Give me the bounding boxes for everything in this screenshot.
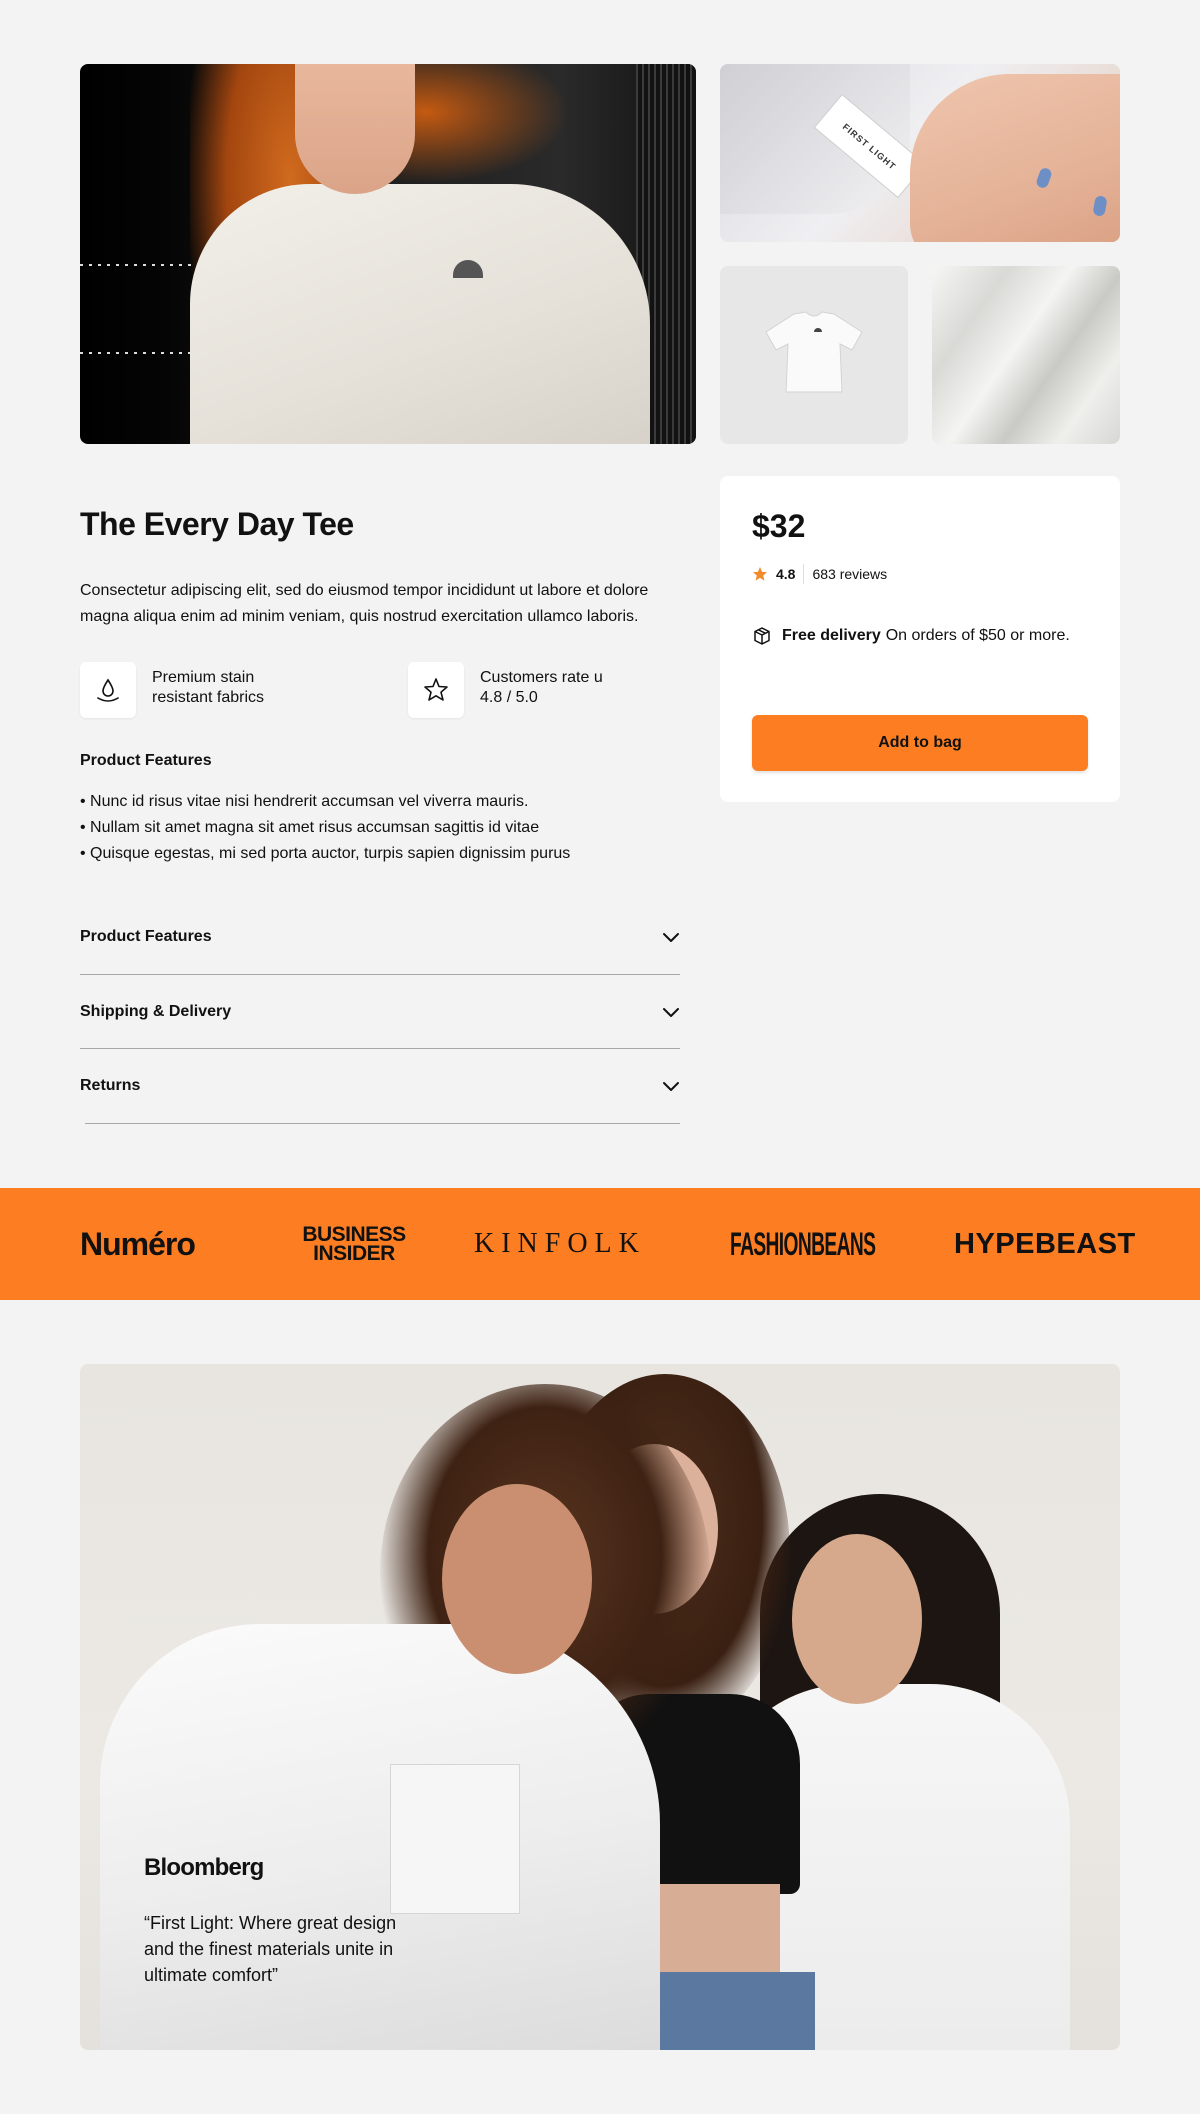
feature-customer-rating: Customers rate u 4.8 / 5.0 <box>480 668 603 708</box>
kinfolk-logo: KINFOLK <box>474 1228 646 1259</box>
water-drop-icon <box>97 678 119 702</box>
fashionbeans-logo: FASHIONBEANS <box>730 1225 876 1262</box>
accordion-product-features[interactable]: Product Features <box>80 900 680 974</box>
accordion-returns[interactable]: Returns <box>80 1049 680 1123</box>
product-title: The Every Day Tee <box>80 506 354 542</box>
customer-rating-badge <box>408 662 464 718</box>
business-insider-logo: BUSINESS INSIDER <box>286 1188 422 1300</box>
press-logos-banner: Numéro BUSINESS INSIDER KINFOLK FASHIONB… <box>0 1188 1200 1300</box>
accordion-label: Shipping & Delivery <box>80 1003 232 1020</box>
business-insider-wordmark: BUSINESS INSIDER <box>302 1223 406 1265</box>
numero-logo: Numéro <box>80 1225 196 1262</box>
product-features-heading: Product Features <box>80 752 212 769</box>
product-image-main[interactable] <box>80 64 696 444</box>
shirt-pocket <box>390 1764 520 1914</box>
model-tee <box>190 184 650 444</box>
product-description: Consectetur adipiscing elit, sed do eius… <box>80 582 649 625</box>
product-features-list: • Nunc id risus vitae nisi hendrerit acc… <box>80 789 570 867</box>
star-filled-icon <box>753 567 767 581</box>
hypebeast-logo: HYPEBEAST <box>954 1227 1136 1260</box>
product-image-fabric[interactable] <box>932 266 1120 444</box>
chevron-down-icon[interactable] <box>662 1080 680 1092</box>
chevron-down-icon[interactable] <box>662 1006 680 1018</box>
product-price: $32 <box>752 508 806 544</box>
testimonial-quote: “First Light: Where great design and the… <box>144 1913 397 1985</box>
product-image-label-closeup[interactable]: FIRST LIGHT <box>720 64 1120 242</box>
bloomberg-logo: Bloomberg <box>144 1854 264 1881</box>
testimonial-hero-image: Bloomberg “First Light: Where great desi… <box>80 1364 1120 2050</box>
feature-line: Premium stain <box>152 669 255 686</box>
product-image-flat-tee[interactable] <box>720 266 908 444</box>
delivery-text: On orders of $50 or more. <box>885 627 1070 644</box>
rating-score: 4.8 <box>776 566 796 582</box>
tshirt-flat-icon <box>765 311 863 393</box>
review-count-link[interactable]: 683 reviews <box>812 566 887 582</box>
model-face <box>295 64 415 194</box>
rating-summary[interactable]: 4.8 683 reviews <box>752 564 887 584</box>
star-outline-icon <box>424 678 448 701</box>
delivery-info: Free delivery On orders of $50 or more. <box>752 626 1070 646</box>
package-box-icon <box>754 627 770 645</box>
feature-line: resistant fabrics <box>152 689 265 706</box>
stain-resistant-badge <box>80 662 136 718</box>
chevron-down-icon[interactable] <box>662 931 680 943</box>
divider <box>85 1123 680 1124</box>
rating-separator <box>803 564 805 584</box>
add-to-bag-button[interactable]: Add to bag <box>752 715 1088 771</box>
delivery-title: Free delivery <box>782 627 881 644</box>
model-face <box>792 1534 922 1704</box>
accordion-shipping-delivery[interactable]: Shipping & Delivery <box>80 975 680 1049</box>
feature-stain-resistant: Premium stain resistant fabrics <box>152 668 264 708</box>
accordion-label: Product Features <box>80 928 212 945</box>
list-item: • Quisque egestas, mi sed porta auctor, … <box>80 845 571 862</box>
feature-line: 4.8 / 5.0 <box>480 689 538 706</box>
list-item: • Nunc id risus vitae nisi hendrerit acc… <box>80 793 529 810</box>
accordion-label: Returns <box>80 1077 141 1094</box>
hand <box>910 74 1120 242</box>
list-item: • Nullam sit amet magna sit amet risus a… <box>80 819 540 836</box>
purchase-card: $32 4.8 683 reviews Free delivery On ord… <box>720 476 1120 802</box>
feature-line: Customers rate u <box>480 669 603 686</box>
model-face <box>442 1484 592 1674</box>
